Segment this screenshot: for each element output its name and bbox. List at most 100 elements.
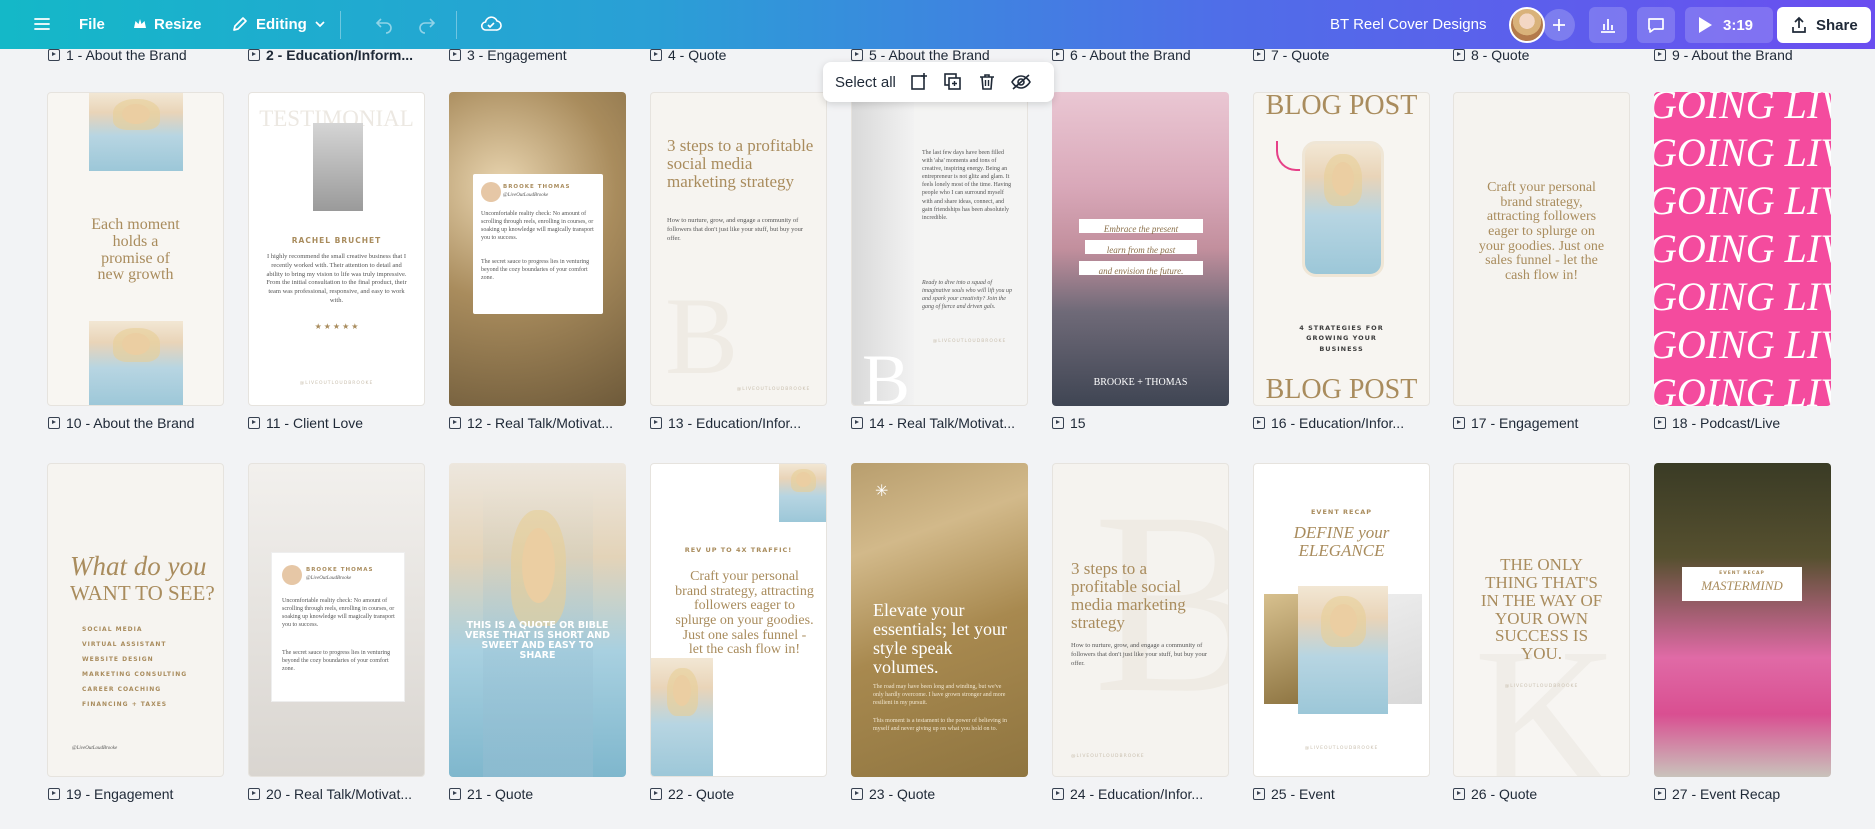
duplicate-icon [944,73,961,90]
going-live-4: GOING LIVE [1654,226,1831,271]
page-thumbnail-14[interactable]: The last few days have been filled with … [851,92,1028,406]
page-label-27[interactable]: 27 - Event Recap [1654,786,1829,802]
author-avatar [481,182,501,202]
author-handle: @LiveOutLoudBrooke [306,576,352,581]
page-label-2[interactable]: 2 - Education/Inform... [248,46,423,64]
video-page-icon [650,788,662,800]
page-label-18[interactable]: 18 - Podcast/Live [1654,415,1829,431]
author-name: BROOKE THOMAS [503,184,571,190]
page-label-13[interactable]: 13 - Education/Infor... [650,415,830,431]
page-label-12[interactable]: 12 - Real Talk/Motivat... [449,415,629,431]
page-thumbnail-26[interactable]: K THE ONLY THING THAT'S IN THE WAY OF YO… [1453,463,1630,777]
undo-button[interactable] [366,6,402,42]
page-thumbnail-23[interactable]: ✳ Elevate your essentials; let your styl… [851,463,1028,777]
file-label: File [79,15,105,33]
page-thumbnail-13[interactable]: 3 steps to a profitable social media mar… [650,92,827,406]
page-label-11[interactable]: 11 - Client Love [248,415,423,431]
page-label-20[interactable]: 20 - Real Talk/Motivat... [248,786,428,802]
page-label-8[interactable]: 8 - Quote [1453,46,1623,64]
page-thumbnail-21[interactable]: THIS IS A QUOTE OR BIBLE VERSE THAT IS S… [449,463,626,777]
hide-page-button[interactable] [1010,71,1032,93]
page-thumbnail-15[interactable]: Embrace the present learn from the past … [1052,92,1229,406]
duplicate-page-button[interactable] [942,71,964,93]
redo-button[interactable] [409,6,445,42]
page-thumbnail-18[interactable]: GOING LIVE GOING LIVE GOING LIVE GOING L… [1654,92,1831,406]
caption-line-1: Embrace the present [1079,219,1203,234]
page-label-25[interactable]: 25 - Event [1253,786,1428,802]
page-label-14[interactable]: 14 - Real Talk/Motivat... [851,415,1031,431]
editing-label: Editing [256,15,307,33]
delete-page-button[interactable] [976,71,998,93]
page-thumbnail-10[interactable]: Each moment holds a promise of new growt… [47,92,224,406]
thumbnail-quote: THIS IS A QUOTE OR BIBLE VERSE THAT IS S… [464,620,611,661]
thumbnail-header: REV UP TO 4X TRAFFIC! [684,546,793,554]
quote-text-2: The secret sauce to progress lies in ven… [481,259,590,282]
caption-line-2: learn from the past [1085,240,1197,255]
page-label-6[interactable]: 6 - About the Brand [1052,46,1222,64]
thumbnail-quote: Each moment holds a promise of new growt… [91,216,180,284]
user-avatar[interactable] [1509,7,1545,43]
portrait-photo-top [779,464,826,522]
page-thumbnail-22[interactable]: REV UP TO 4X TRAFFIC! Craft your persona… [650,463,827,777]
service-item-5: CAREER COACHING [82,686,162,693]
document-title[interactable]: BT Reel Cover Designs [1330,16,1486,33]
page-label-16[interactable]: 16 - Education/Infor... [1253,415,1433,431]
menu-button[interactable] [24,6,60,42]
title-box: EVENT RECAP MASTERMIND [1682,567,1802,601]
share-button[interactable]: Share [1777,7,1871,43]
comments-button[interactable] [1637,7,1675,43]
page-label-7[interactable]: 7 - Quote [1253,46,1423,64]
insights-button[interactable] [1589,7,1627,43]
page-label-17[interactable]: 17 - Engagement [1453,415,1628,431]
thumbnail-title: 3 steps to a profitable social media mar… [667,136,814,191]
page-label-26[interactable]: 26 - Quote [1453,786,1628,802]
page-label-22[interactable]: 22 - Quote [650,786,825,802]
add-collaborator-button[interactable] [1543,9,1575,41]
quote-text-2: The secret sauce to progress lies in ven… [282,650,391,673]
going-live-5: GOING LIVE [1654,274,1831,319]
editing-mode-dropdown[interactable]: Editing [222,6,335,42]
page-thumbnail-17[interactable]: Craft your personal brand strategy, attr… [1453,92,1630,406]
page-thumbnail-19[interactable]: What do you WANT TO SEE? SOCIAL MEDIA VI… [47,463,224,777]
video-page-icon [1253,788,1265,800]
handle-text: @LIVEOUTLOUDBROOKE [1071,754,1145,759]
quote-text-1: Uncomfortable reality check: No amount o… [481,211,594,242]
video-page-icon [1253,49,1265,61]
video-page-icon [1654,49,1666,61]
testimonial-text: I highly recommend the small creative bu… [266,253,407,304]
select-all-button[interactable]: Select all [835,74,896,91]
page-thumbnail-25[interactable]: EVENT RECAP DEFINE your ELEGANCE @LIVEOU… [1253,463,1430,777]
page-thumbnail-27[interactable]: EVENT RECAP MASTERMIND [1654,463,1831,777]
going-live-3: GOING LIVE [1654,178,1831,223]
page-label-15[interactable]: 15 [1052,415,1227,431]
page-label-1[interactable]: 1 - About the Brand [48,46,218,64]
page-label-10[interactable]: 10 - About the Brand [48,415,223,431]
cloud-save-button[interactable] [472,6,510,42]
page-thumbnail-12[interactable]: BROOKE THOMAS @LiveOutLoudBrooke Uncomfo… [449,92,626,406]
video-page-icon [851,788,863,800]
thumbnail-quote: Craft your personal brand strategy, attr… [675,569,814,658]
page-label-19[interactable]: 19 - Engagement [48,786,223,802]
page-thumbnail-24[interactable]: B 3 steps to a profitable social media m… [1052,463,1229,777]
page-label-4[interactable]: 4 - Quote [650,46,820,64]
thumbnail-body: How to nurture, grow, and engage a commu… [667,217,804,242]
page-label-21[interactable]: 21 - Quote [449,786,624,802]
video-page-icon [1052,788,1064,800]
page-label-9[interactable]: 9 - About the Brand [1654,46,1829,64]
page-thumbnail-16[interactable]: BLOG POST 4 STRATEGIES FOR GROWING YOUR … [1253,92,1430,406]
file-menu-button[interactable]: File [71,6,113,42]
add-page-button[interactable] [908,71,930,93]
page-label-23[interactable]: 23 - Quote [851,786,1026,802]
present-button[interactable]: 3:19 [1685,7,1773,43]
thumbnail-body-2: This moment is a testament to the power … [873,718,1007,733]
page-label-3[interactable]: 3 - Engagement [449,46,619,64]
selection-toolbar: Select all [823,62,1054,102]
page-thumbnail-11[interactable]: TESTIMONIAL RACHEL BRUCHET I highly reco… [248,92,425,406]
top-bar: File Resize Editing BT Reel Cover Design… [0,0,1875,49]
page-label-24[interactable]: 24 - Education/Infor... [1052,786,1232,802]
resize-button[interactable]: Resize [124,6,210,42]
page-thumbnail-20[interactable]: BROOKE THOMAS @LiveOutLoudBrooke Uncomfo… [248,463,425,777]
video-page-icon [449,417,461,429]
handle-text: @LIVEOUTLOUDBROOKE [1304,746,1379,751]
video-page-icon [449,49,461,61]
